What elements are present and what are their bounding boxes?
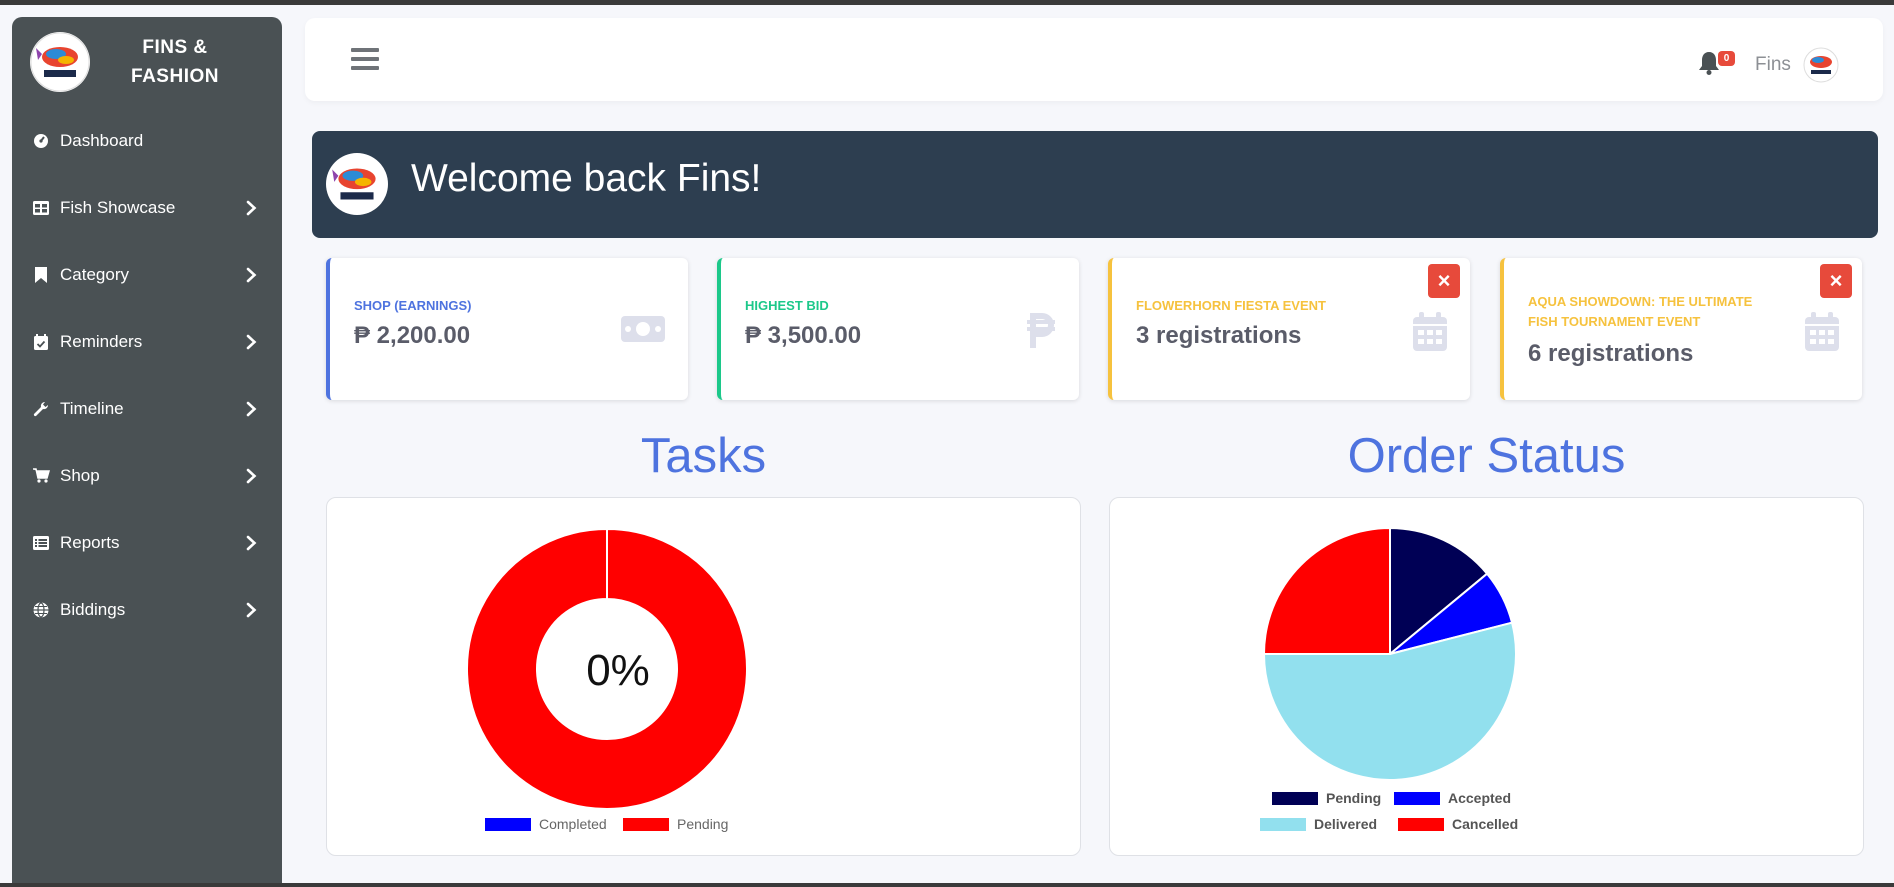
- legend-swatch[interactable]: [1260, 818, 1306, 831]
- calendar-icon: [1402, 312, 1448, 352]
- sidebar-item-biddings[interactable]: Biddings: [12, 576, 282, 643]
- close-icon[interactable]: ×: [1820, 264, 1852, 298]
- stat-card-value: 3 registrations: [1136, 322, 1302, 349]
- sidebar-item-label: Dashboard: [60, 130, 144, 150]
- legend-swatch[interactable]: [623, 818, 669, 831]
- legend-label[interactable]: Cancelled: [1452, 816, 1518, 832]
- sidebar-item-reminders[interactable]: Reminders: [12, 308, 282, 375]
- top-header: 0 Fins: [305, 18, 1883, 101]
- stat-card-title: FLOWERHORN FIESTA EVENT: [1136, 298, 1326, 313]
- calendar-icon: [1794, 312, 1840, 352]
- sidebar-item-label: Biddings: [60, 599, 126, 619]
- legend-label[interactable]: Pending: [1326, 790, 1381, 806]
- sidebar-item-label: Timeline: [60, 398, 124, 418]
- close-icon[interactable]: ×: [1428, 264, 1460, 298]
- stat-card-value: ₱ 3,500.00: [745, 322, 862, 349]
- order-status-chart-card: Pending Accepted Delivered Cancelled: [1109, 497, 1864, 856]
- notification-badge: 0: [1718, 51, 1735, 66]
- tasks-doughnut-chart: 0% Completed Pending: [466, 527, 748, 832]
- legend-swatch[interactable]: [1398, 818, 1444, 831]
- avatar[interactable]: [1803, 47, 1839, 83]
- fins-fashion-logo: [326, 153, 388, 215]
- brand-name: FINS & FASHION: [100, 33, 250, 91]
- sidebar-item-label: Reminders: [60, 331, 143, 351]
- stat-card: SHOP (EARNINGS) ₱ 2,200.00: [326, 258, 688, 400]
- chevron-right-icon[interactable]: [246, 400, 260, 418]
- legend-label[interactable]: Pending: [677, 816, 728, 832]
- brand-line1: FINS &: [142, 37, 208, 58]
- order-status-title: Order Status: [1347, 429, 1626, 483]
- stat-card-value: 6 registrations: [1528, 340, 1694, 367]
- chevron-right-icon[interactable]: [246, 266, 260, 284]
- sidebar-item-reports[interactable]: Reports: [12, 509, 282, 576]
- dashboard-gauge-icon: [32, 132, 50, 150]
- brand[interactable]: FINS & FASHION: [12, 17, 282, 107]
- sidebar-nav: Dashboard Fish Showcase Category Reminders T…: [12, 107, 282, 643]
- wrench-icon: [32, 400, 50, 418]
- cart-icon: [32, 467, 50, 485]
- legend-swatch[interactable]: [1272, 792, 1318, 805]
- hamburger-menu-icon[interactable]: [351, 48, 379, 72]
- sidebar-item-label: Shop: [60, 465, 100, 485]
- grid-table-icon: [32, 199, 50, 217]
- chevron-right-icon[interactable]: [246, 333, 260, 351]
- stat-card-title: SHOP (EARNINGS): [354, 298, 472, 313]
- sidebar-item-timeline[interactable]: Timeline: [12, 375, 282, 442]
- legend-swatch[interactable]: [1394, 792, 1440, 805]
- pie-slice-cancelled[interactable]: [1262, 526, 1391, 655]
- chevron-right-icon[interactable]: [246, 199, 260, 217]
- legend-label[interactable]: Accepted: [1448, 790, 1511, 806]
- stat-card-value: ₱ 2,200.00: [354, 322, 471, 349]
- tasks-center-label: 0%: [586, 646, 650, 695]
- bell-icon[interactable]: [1698, 51, 1720, 75]
- legend-label[interactable]: Delivered: [1314, 816, 1377, 832]
- sidebar-item-dashboard[interactable]: Dashboard: [12, 107, 282, 174]
- list-icon: [32, 534, 50, 552]
- calendar-check-icon: [32, 333, 50, 351]
- sidebar-item-shop[interactable]: Shop: [12, 442, 282, 509]
- sidebar-item-fish-showcase[interactable]: Fish Showcase: [12, 174, 282, 241]
- bookmark-icon: [32, 266, 50, 284]
- chevron-right-icon[interactable]: [246, 601, 260, 619]
- sidebar-item-label: Fish Showcase: [60, 197, 176, 217]
- order-status-pie-chart: Pending Accepted Delivered Cancelled: [1260, 526, 1518, 832]
- tasks-chart-card: 0% Completed Pending: [326, 497, 1081, 856]
- peso-sign-icon: [1011, 312, 1057, 352]
- stat-card: AQUA SHOWDOWN: THE ULTIMATE FISH TOURNAM…: [1500, 258, 1862, 400]
- money-bill-icon: [620, 312, 666, 352]
- stat-card-title: HIGHEST BID: [745, 298, 829, 313]
- fins-fashion-logo: [30, 32, 90, 92]
- sidebar: FINS & FASHION Dashboard Fish Showcase Cat…: [12, 17, 282, 887]
- brand-line2: FASHION: [131, 66, 219, 87]
- sidebar-item-label: Reports: [60, 532, 120, 552]
- legend-swatch[interactable]: [485, 818, 531, 831]
- window-bottom-edge: [0, 883, 1894, 887]
- tasks-title: Tasks: [640, 429, 767, 483]
- user-name[interactable]: Fins: [1755, 54, 1791, 76]
- stat-card: FLOWERHORN FIESTA EVENT 3 registrations ×: [1108, 258, 1470, 400]
- chevron-right-icon[interactable]: [246, 534, 260, 552]
- welcome-banner: Welcome back Fins!: [312, 131, 1878, 238]
- welcome-message: Welcome back Fins!: [411, 157, 762, 200]
- window-top-edge: [0, 0, 1894, 5]
- stat-card: HIGHEST BID ₱ 3,500.00: [717, 258, 1079, 400]
- globe-icon: [32, 601, 50, 619]
- chevron-right-icon[interactable]: [246, 467, 260, 485]
- legend-label[interactable]: Completed: [539, 816, 607, 832]
- sidebar-item-category[interactable]: Category: [12, 241, 282, 308]
- stat-card-title: AQUA SHOWDOWN: THE ULTIMATE FISH TOURNAM…: [1528, 294, 1753, 329]
- sidebar-item-label: Category: [60, 264, 129, 284]
